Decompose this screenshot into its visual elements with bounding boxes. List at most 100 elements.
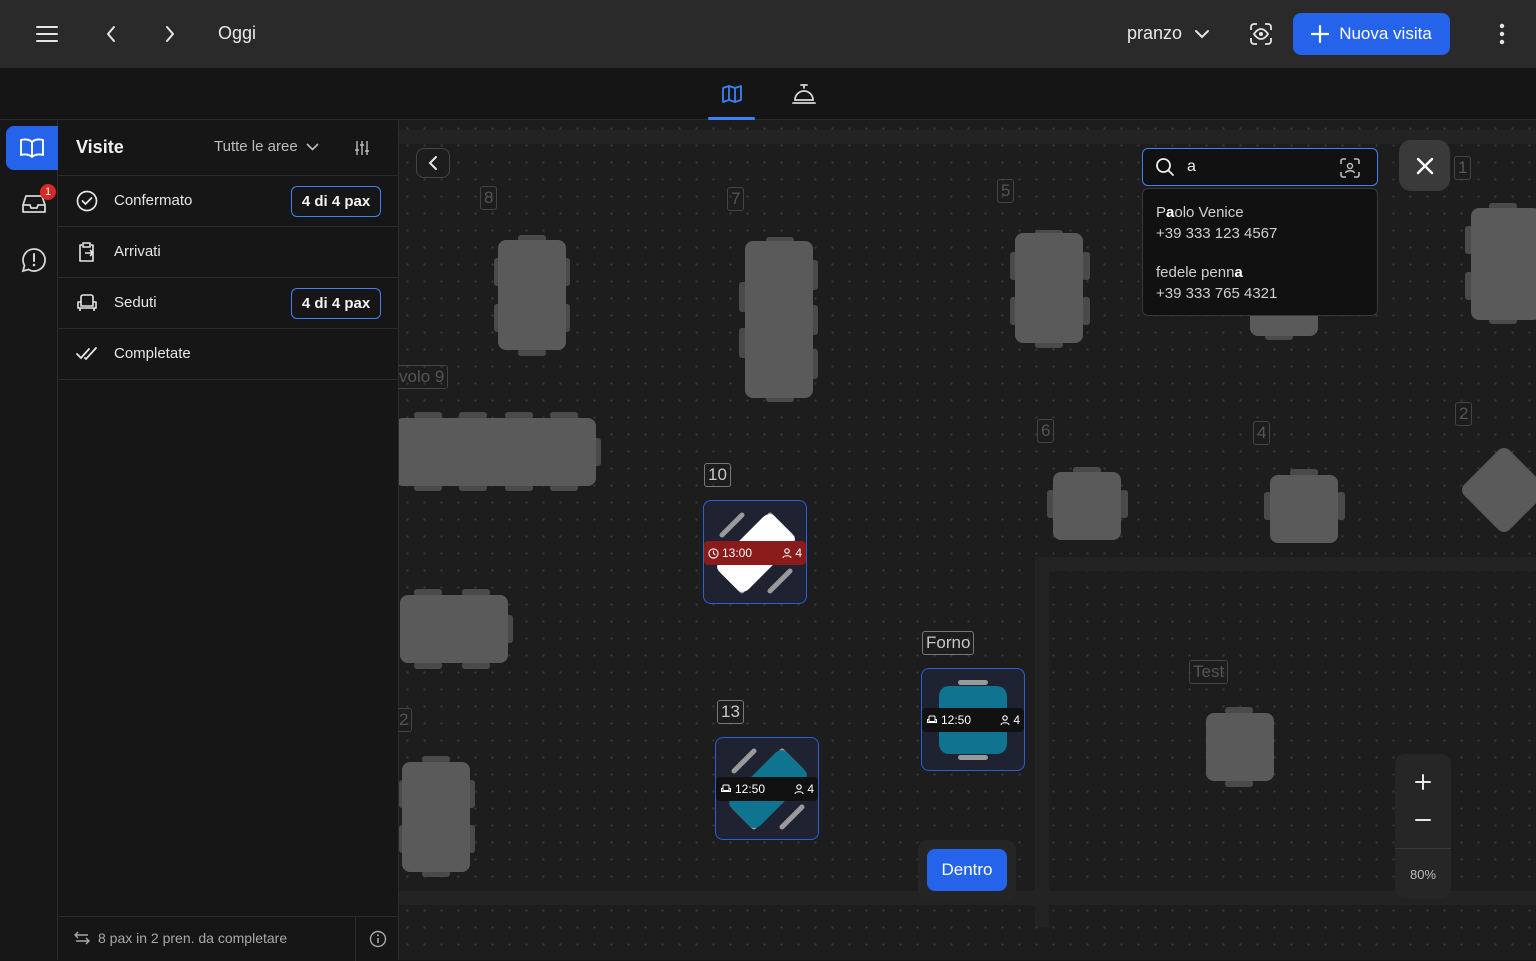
service-bell-icon <box>791 84 816 104</box>
status-label: Completate <box>114 345 191 362</box>
minus-icon <box>1415 819 1431 821</box>
left-rail: 1 <box>0 120 58 960</box>
result-phone: +39 333 123 4567 <box>1156 225 1278 242</box>
booking-pax: 4 <box>807 782 814 796</box>
table-label: Test <box>1189 660 1229 684</box>
collapse-panel-button[interactable] <box>416 148 450 178</box>
armchair-icon <box>75 291 99 315</box>
chevron-left-icon <box>428 156 437 170</box>
panel-title: Visite <box>76 137 124 157</box>
rail-alerts-button[interactable] <box>8 238 60 282</box>
table-label: volo 9 <box>399 365 449 389</box>
prev-day-button[interactable] <box>91 14 131 54</box>
booking-pax: 4 <box>1013 713 1020 727</box>
book-icon <box>20 138 44 158</box>
close-search-button[interactable] <box>1399 140 1450 191</box>
service-select[interactable]: pranzo <box>1127 23 1210 44</box>
map-icon <box>721 85 742 103</box>
status-row-confirmed[interactable]: Confermato 4 di 4 pax <box>58 176 399 227</box>
table-10-booked[interactable]: 13:00 4 <box>703 500 807 604</box>
status-row-seated[interactable]: Seduti 4 di 4 pax <box>58 278 399 329</box>
search-result-item[interactable]: Paolo Venice +39 333 123 4567 <box>1156 202 1366 244</box>
booking-info-10: 13:00 4 <box>704 541 806 565</box>
chevron-down-icon <box>1195 29 1210 38</box>
panel-footer: 8 pax in 2 pren. da completare <box>58 916 399 961</box>
area-filter-label: Tutte le aree <box>214 138 298 155</box>
guest-search: a Paolo Venice +39 333 123 4567 fedele p… <box>1142 140 1378 316</box>
pending-summary-text: 8 pax in 2 pren. da completare <box>98 930 288 946</box>
result-name: fedele penna <box>1156 264 1243 281</box>
table-label: 8 <box>480 186 498 210</box>
chevron-down-icon <box>306 142 319 151</box>
booking-info-13: 12:50 4 <box>716 777 818 801</box>
result-name: Paolo Venice <box>1156 204 1244 221</box>
new-visit-button[interactable]: Nuova visita <box>1293 13 1450 55</box>
person-icon <box>794 783 804 794</box>
rail-visits-button[interactable] <box>6 126 58 170</box>
table-13-seated[interactable]: 12:50 4 <box>715 737 819 840</box>
view-toggle-button[interactable] <box>1241 14 1281 54</box>
status-label: Arrivati <box>114 243 161 260</box>
table-label: 1 <box>1454 156 1472 180</box>
booking-time: 12:50 <box>941 713 972 727</box>
plus-icon <box>1311 25 1330 43</box>
clock-icon <box>708 547 719 559</box>
table-label: Forno <box>922 631 975 655</box>
filter-settings-button[interactable] <box>348 134 376 162</box>
armchair-icon <box>927 715 937 723</box>
sliders-icon <box>355 141 369 155</box>
table-label: 5 <box>997 179 1015 203</box>
search-query: a <box>1187 158 1196 175</box>
area-dentro-button[interactable]: Dentro <box>927 849 1007 891</box>
inbox-badge: 1 <box>40 184 56 200</box>
view-tabs <box>0 68 1536 120</box>
service-label: pranzo <box>1127 23 1183 43</box>
status-label: Confermato <box>114 192 193 209</box>
table-label: 7 <box>727 187 745 211</box>
zoom-in-button[interactable] <box>1395 763 1451 801</box>
info-icon <box>369 930 386 948</box>
zoom-out-button[interactable] <box>1395 801 1451 839</box>
status-row-completed[interactable]: Completate <box>58 329 399 380</box>
pax-chip: 4 di 4 pax <box>291 186 381 217</box>
zoom-level: 80% <box>1409 866 1437 882</box>
armchair-icon <box>721 784 731 792</box>
search-result-item[interactable]: fedele penna +39 333 765 4321 <box>1156 262 1366 304</box>
table-forno-seated[interactable]: 12:50 4 <box>921 668 1025 771</box>
swap-arrows-icon <box>74 931 90 945</box>
search-input[interactable]: a <box>1142 148 1378 186</box>
kebab-icon <box>1499 23 1505 45</box>
booking-time: 13:00 <box>722 546 753 560</box>
check-circle-icon <box>75 189 99 213</box>
eye-scan-icon <box>1250 23 1272 45</box>
double-check-icon <box>75 342 99 366</box>
plus-icon <box>1415 774 1431 790</box>
info-button[interactable] <box>355 917 399 961</box>
top-bar: Oggi pranzo Nuova visita <box>0 0 1536 68</box>
area-filter-select[interactable]: Tutte le aree <box>214 138 319 155</box>
floor-plan-canvas[interactable]: 8 7 5 1 volo 9 10 13:00 4 6 4 2 2 13 12:… <box>399 120 1536 960</box>
rail-inbox-button[interactable]: 1 <box>8 182 60 226</box>
booking-info-forno: 12:50 4 <box>922 708 1024 732</box>
table-label: 2 <box>1455 402 1473 426</box>
panel-header: Visite Tutte le aree <box>58 120 399 176</box>
more-menu-button[interactable] <box>1482 14 1522 54</box>
next-day-button[interactable] <box>150 14 190 54</box>
tab-map[interactable] <box>708 68 755 120</box>
close-icon <box>1416 157 1433 174</box>
table-label: 6 <box>1037 419 1055 443</box>
table-label: 10 <box>704 463 731 487</box>
date-label[interactable]: Oggi <box>218 23 256 44</box>
scan-icon[interactable] <box>1340 158 1360 178</box>
pax-chip: 4 di 4 pax <box>291 288 381 319</box>
menu-icon[interactable] <box>27 14 67 54</box>
zoom-control: 80% <box>1395 754 1451 898</box>
tab-service[interactable] <box>780 68 827 120</box>
person-icon <box>782 547 792 558</box>
status-label: Seduti <box>114 294 157 311</box>
search-results: Paolo Venice +39 333 123 4567 fedele pen… <box>1142 188 1378 316</box>
table-label: 4 <box>1253 421 1271 445</box>
person-icon <box>1000 714 1010 725</box>
status-row-arrived[interactable]: Arrivati <box>58 227 399 278</box>
new-visit-label: Nuova visita <box>1339 24 1432 43</box>
